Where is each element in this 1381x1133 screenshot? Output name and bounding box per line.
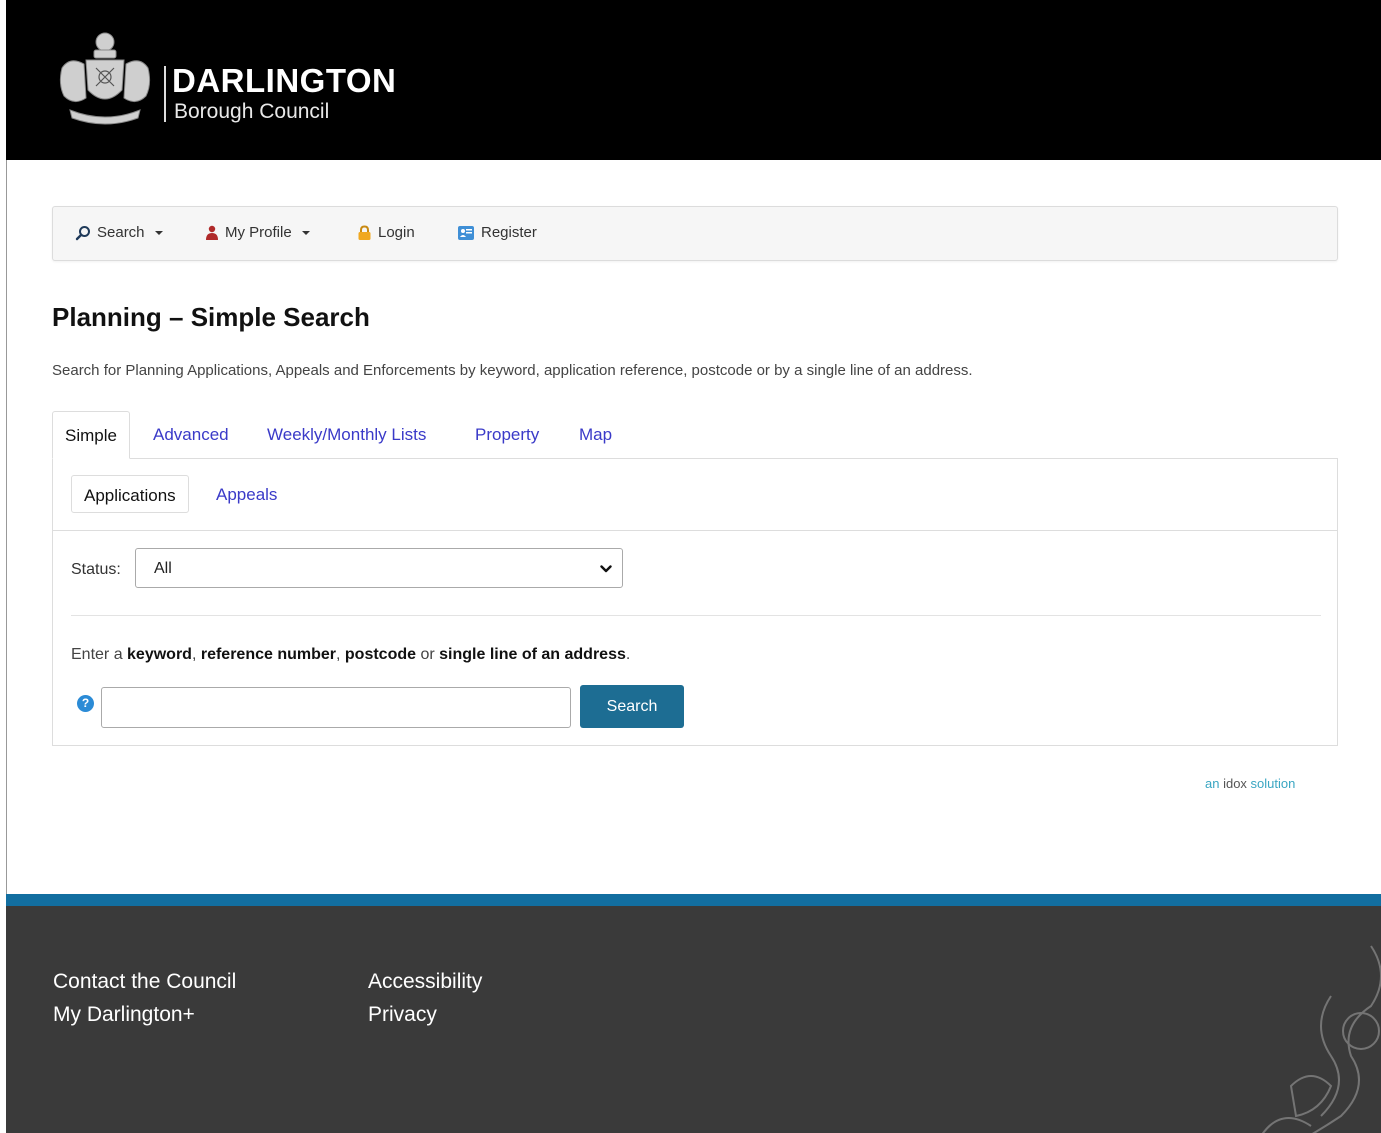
site-header: DARLINGTON Borough Council: [6, 0, 1381, 160]
register-icon: [458, 225, 474, 240]
caret-down-icon: [154, 230, 163, 235]
page-title: Planning – Simple Search: [52, 302, 370, 333]
footer-link-my-darlington[interactable]: My Darlington+: [53, 1003, 195, 1027]
status-label: Status:: [71, 561, 121, 578]
page-title-bold: Planning: [52, 302, 162, 332]
tab-map[interactable]: Map: [567, 411, 624, 459]
caret-down-icon: [301, 230, 310, 235]
search-instructions: Enter a keyword, reference number, postc…: [71, 646, 630, 664]
idox-branding: an idox solution: [1205, 776, 1295, 791]
search-button[interactable]: Search: [580, 685, 684, 728]
subtab-applications[interactable]: Applications: [71, 475, 189, 513]
search-input[interactable]: [101, 687, 571, 728]
nav-search-label: Search: [97, 224, 145, 241]
page-title-rest: – Simple Search: [161, 302, 370, 332]
panel-divider: [71, 615, 1321, 616]
nav-login-label: Login: [378, 224, 415, 241]
search-tabs: Simple Advanced Weekly/Monthly Lists Pro…: [52, 411, 1338, 459]
nav-my-profile-label: My Profile: [225, 224, 292, 241]
instruction-text: Enter a: [71, 646, 128, 663]
tab-property[interactable]: Property: [463, 411, 551, 459]
tab-weekly-monthly-lists[interactable]: Weekly/Monthly Lists: [255, 411, 438, 459]
brand-divider: [164, 66, 166, 122]
status-select[interactable]: All: [135, 548, 623, 588]
nav-register-link[interactable]: Register: [457, 224, 537, 241]
instruction-text: or: [416, 646, 440, 663]
instruction-text: .: [625, 646, 631, 663]
subtab-bar: Applications Appeals: [53, 459, 1337, 531]
nav-my-profile-menu[interactable]: My Profile: [205, 224, 310, 241]
chevron-down-icon: [600, 565, 612, 573]
status-select-value: All: [154, 560, 172, 577]
instruction-postcode: postcode: [344, 646, 417, 663]
simple-search-panel: Applications Appeals Status: All Enter a…: [52, 458, 1338, 746]
footer-link-privacy[interactable]: Privacy: [368, 1003, 437, 1027]
subtab-appeals[interactable]: Appeals: [204, 475, 289, 513]
page-description: Search for Planning Applications, Appeal…: [52, 362, 973, 379]
search-icon: [75, 225, 90, 240]
instruction-address: single line of an address: [439, 646, 626, 663]
help-icon[interactable]: ?: [77, 695, 94, 712]
footer-link-contact[interactable]: Contact the Council: [53, 970, 236, 994]
idox-name: idox: [1223, 776, 1247, 791]
nav-search-menu[interactable]: Search: [75, 224, 163, 241]
tab-advanced[interactable]: Advanced: [141, 411, 241, 459]
main-navbar: Search My Profile Login Register: [52, 206, 1338, 261]
lock-icon: [358, 224, 371, 240]
instruction-text: ,: [336, 646, 345, 663]
nav-login-link[interactable]: Login: [357, 224, 415, 241]
instruction-reference: reference number: [200, 646, 337, 663]
instruction-keyword: keyword: [127, 646, 192, 663]
footer-link-accessibility[interactable]: Accessibility: [368, 970, 482, 994]
council-crest-icon: [59, 32, 151, 125]
footer-stripe: [6, 894, 1381, 906]
user-icon: [206, 225, 218, 240]
footer-crest-icon: [1262, 945, 1381, 1133]
instruction-text: ,: [191, 646, 201, 663]
brand-name: DARLINGTON: [172, 62, 397, 99]
brand-subtitle: Borough Council: [174, 100, 330, 123]
idox-prefix: an: [1205, 776, 1224, 791]
nav-register-label: Register: [481, 224, 537, 241]
idox-suffix: solution: [1246, 776, 1296, 791]
site-footer: Contact the Council My Darlington+ Acces…: [6, 906, 1381, 1133]
tab-simple[interactable]: Simple: [52, 411, 130, 459]
